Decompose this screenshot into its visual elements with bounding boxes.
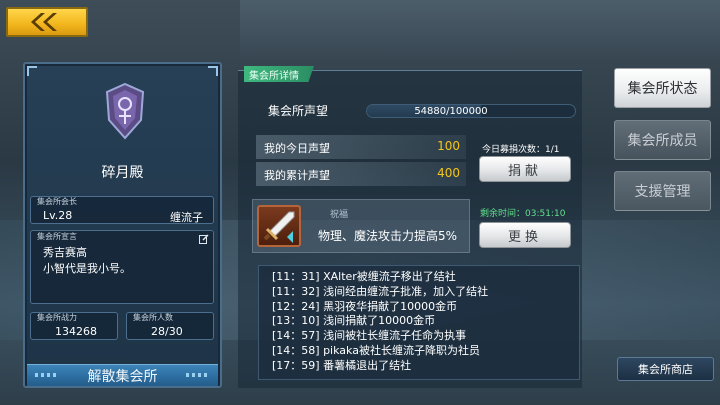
power-label: 集会所战力 xyxy=(37,313,77,322)
today-reputation-row: 我的今日声望 100 xyxy=(256,135,466,159)
log-line: [17：59] 番薯橘退出了结社 xyxy=(272,358,412,372)
details-tab: 集会所详情 xyxy=(244,66,314,82)
dissolve-guild-button[interactable]: 解散集会所 xyxy=(27,364,218,386)
total-reputation-row: 我的累计声望 400 xyxy=(256,162,466,186)
today-reputation-label: 我的今日声望 xyxy=(264,142,330,155)
members-box: 集会所人数 28/30 xyxy=(126,312,214,340)
corner-ornament xyxy=(208,66,218,76)
guild-level: Lv.28 xyxy=(43,209,73,222)
log-line: [11：31] XAlter被缠流子移出了结社 xyxy=(272,270,456,283)
guild-name: 碎月殿 xyxy=(101,165,144,181)
tab-guild-members[interactable]: 集会所成员 xyxy=(614,120,711,160)
donate-count: 今日募捐次数：1/1 xyxy=(482,145,560,155)
leader-label: 集会所会长 xyxy=(37,197,77,206)
activity-log: [11：31] XAlter被缠流子移出了结社 [11：32] 浅间经由缠流子批… xyxy=(258,265,580,380)
donate-button[interactable]: 捐献 xyxy=(479,156,571,182)
tab-guild-status[interactable]: 集会所状态 xyxy=(614,68,711,108)
log-line: [14：57] 浅间被社长缠流子任命为执事 xyxy=(272,329,467,343)
blessing-title: 祝福 xyxy=(330,210,349,220)
remaining-time: 剩余时间：03:51:10 xyxy=(480,209,566,219)
power-value: 134268 xyxy=(55,325,97,338)
leader-box: 集会所会长 Lv.28 缠流子 xyxy=(30,196,214,224)
sword-buff-icon xyxy=(257,205,301,247)
today-reputation-value: 100 xyxy=(437,139,460,153)
background-streak xyxy=(240,0,720,60)
corner-ornament xyxy=(27,66,37,76)
leader-name: 缠流子 xyxy=(170,211,203,224)
members-label: 集会所人数 xyxy=(133,313,173,322)
motto-line-2: 小智代是我小号。 xyxy=(43,262,131,275)
back-button[interactable] xyxy=(6,7,88,37)
change-blessing-button[interactable]: 更换 xyxy=(479,222,571,248)
log-line: [12：24] 黑羽夜华捐献了10000金币 xyxy=(272,299,458,313)
edit-icon[interactable] xyxy=(199,234,209,244)
log-line: [11：32] 浅间经由缠流子批准，加入了结社 xyxy=(272,284,489,298)
total-reputation-value: 400 xyxy=(437,166,460,180)
guild-info-card: 碎月殿 集会所会长 Lv.28 缠流子 集会所宣言 秀吉赛高 小智代是我小号。 … xyxy=(23,62,222,388)
blessing-text: 物理、魔法攻击力提高5% xyxy=(318,229,458,243)
log-line: [14：58] pikaka被社长缠流子降职为社员 xyxy=(272,343,480,357)
reputation-value: 54880/100000 xyxy=(414,106,488,117)
reputation-bar: 54880/100000 xyxy=(366,104,576,118)
power-box: 集会所战力 134268 xyxy=(30,312,118,340)
motto-line-1: 秀吉赛高 xyxy=(43,246,87,259)
log-line: [13：10] 浅间捐献了10000金币 xyxy=(272,314,436,328)
tab-support-management[interactable]: 支援管理 xyxy=(614,171,711,211)
guild-emblem-icon xyxy=(105,82,145,140)
guild-shop-button[interactable]: 集会所商店 xyxy=(617,357,714,381)
reputation-label: 集会所声望 xyxy=(268,104,329,118)
motto-label: 集会所宣言 xyxy=(37,232,77,241)
members-value: 28/30 xyxy=(151,325,183,338)
motto-box: 集会所宣言 秀吉赛高 小智代是我小号。 xyxy=(30,230,214,304)
double-chevron-left-icon xyxy=(31,13,57,31)
total-reputation-label: 我的累计声望 xyxy=(264,169,330,182)
